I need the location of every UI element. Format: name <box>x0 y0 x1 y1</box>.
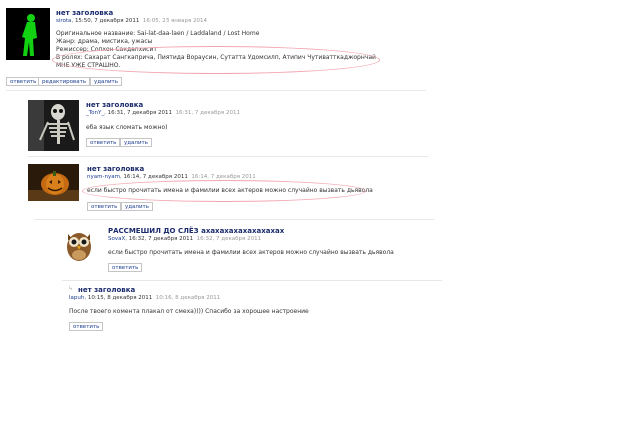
comment-author-link[interactable]: nyam-nyam <box>87 174 120 180</box>
comment-meta: lapuh, 10:15, 8 декабря 2011 10:16, 8 де… <box>69 295 221 301</box>
comment-divider <box>28 156 428 157</box>
comment-body: После твоего комента плакал от смеха))))… <box>69 308 309 316</box>
comment-title: нет заголовка <box>86 101 144 109</box>
comment-line: еба язык сломать можно) <box>86 124 168 131</box>
delete-button[interactable]: удалить <box>121 202 153 211</box>
reply-button[interactable]: ответить <box>69 322 104 331</box>
comment-edited-date: 16:32, 7 декабря 2011 <box>196 236 262 242</box>
comment-title: нет заголовка <box>87 165 145 173</box>
reply-button[interactable]: ответить <box>6 77 41 86</box>
reply-button[interactable]: ответить <box>86 138 121 147</box>
comment-line: если быстро прочитать имена и фамилии вс… <box>108 249 394 256</box>
comment-divider <box>34 219 434 220</box>
comment-divider <box>6 90 426 91</box>
comment-meta: sirota, 15:50, 7 декабря 2011 16:05, 23 … <box>56 18 208 24</box>
comment-body: если быстро прочитать имена и фамилии вс… <box>108 249 394 257</box>
comment-title: нет заголовка <box>56 9 114 17</box>
pumpkin-avatar-icon <box>28 164 79 201</box>
delete-button[interactable]: удалить <box>120 138 152 147</box>
comment-date: 16:14, 7 декабря 2011 <box>123 174 188 180</box>
comment-edited-date: 16:05, 23 января 2014 <box>142 18 208 24</box>
comment-date: 16:31, 7 декабря 2011 <box>107 110 173 116</box>
reply-button[interactable]: ответить <box>108 263 143 272</box>
comment-edited-date: 16:31, 7 декабря 2011 <box>175 110 240 116</box>
highlight-oval <box>82 180 366 202</box>
green-silhouette-avatar-icon <box>6 8 50 60</box>
highlight-oval <box>52 46 380 74</box>
delete-button[interactable]: удалить <box>90 77 122 86</box>
comment-author-link[interactable]: SovaX <box>108 236 125 242</box>
comment-author-link[interactable]: _TonY_ <box>86 110 104 116</box>
avatar-nyam-nyam[interactable] <box>28 164 79 201</box>
comment-meta: _TonY_, 16:31, 7 декабря 2011 16:31, 7 д… <box>86 110 240 116</box>
comment-date: 16:32, 7 декабря 2011 <box>128 236 194 242</box>
comment-body: еба язык сломать можно) <box>86 124 168 132</box>
avatar-tony[interactable] <box>28 100 79 151</box>
reply-button[interactable]: ответить <box>87 202 122 211</box>
comment-edited-date: 10:16, 8 декабря 2011 <box>155 295 221 301</box>
edit-button[interactable]: редактировать <box>38 77 91 86</box>
comment-meta: SovaX, 16:32, 7 декабря 2011 16:32, 7 де… <box>108 236 262 242</box>
avatar-sirota[interactable] <box>6 8 50 60</box>
comment-date: 15:50, 7 декабря 2011 <box>74 18 140 24</box>
comment-line: Оригинальное название: Sai-lat-daa-laen … <box>56 30 260 37</box>
comment-divider <box>62 280 442 281</box>
comment-line: Жанр: драма, мистика, ужасы <box>56 38 153 45</box>
comment-date: 10:15, 8 декабря 2011 <box>87 295 153 301</box>
pin-icon: ↳ <box>68 285 74 292</box>
comment-line: После твоего комента плакал от смеха))))… <box>69 308 309 315</box>
comment-author-link[interactable]: sirota <box>56 18 71 24</box>
comment-author-link[interactable]: lapuh <box>69 295 84 301</box>
comment-title: нет заголовка <box>78 286 136 294</box>
skeleton-avatar-icon <box>28 100 79 151</box>
owl-avatar-icon <box>67 233 91 261</box>
comment-title: РАССМЕШИЛ ДО СЛЁЗ ахахахахахахахахах <box>108 227 285 235</box>
avatar-sovax[interactable] <box>64 226 94 262</box>
